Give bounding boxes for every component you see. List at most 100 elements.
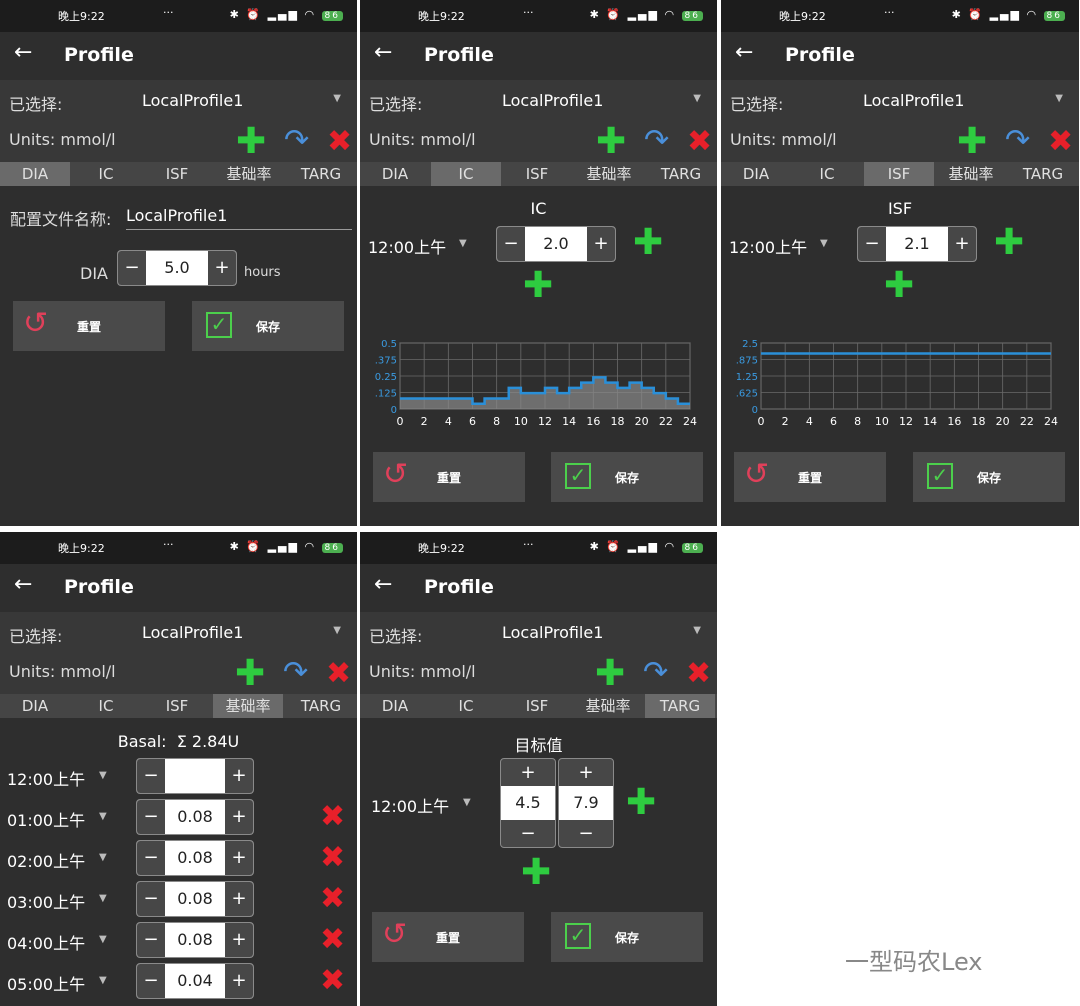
plus-icon[interactable]: ✚ [957,124,987,160]
minus-button[interactable]: − [559,820,613,847]
back-arrow-icon[interactable]: ← [374,40,402,70]
tab-dia[interactable]: DIA [721,162,791,186]
redo-icon[interactable]: ↷ [1005,126,1030,156]
target-high-stepper[interactable]: + 7.9 − [558,758,614,848]
tab-ic[interactable]: IC [431,694,501,718]
tab-basal[interactable]: 基础率 [573,694,643,718]
reset-button[interactable]: ↺ 重置 [734,452,886,502]
minus-button[interactable]: − [137,882,165,916]
basal-time[interactable]: 12:00上午 [7,766,85,790]
redo-icon[interactable]: ↷ [284,126,309,156]
basal-value[interactable]: 0.08 [165,882,225,916]
tab-isf[interactable]: ISF [502,162,572,186]
plus-icon[interactable]: ✚ [523,268,553,304]
profile-name-input[interactable]: LocalProfile1 [126,206,352,230]
target-high-value[interactable]: 7.9 [559,786,613,820]
target-low-value[interactable]: 4.5 [501,786,555,820]
plus-button[interactable]: + [225,923,253,957]
plus-icon[interactable]: ✚ [521,855,551,891]
close-icon[interactable]: ✖ [320,802,345,832]
minus-button[interactable]: − [497,227,525,261]
tab-dia[interactable]: DIA [0,694,70,718]
plus-icon[interactable]: ✚ [626,785,656,821]
back-arrow-icon[interactable]: ← [14,572,42,602]
plus-icon[interactable]: ✚ [994,225,1024,261]
tab-isf[interactable]: ISF [142,694,212,718]
plus-button[interactable]: + [501,759,555,786]
tab-dia[interactable]: DIA [360,162,430,186]
dia-stepper[interactable]: − 5.0 + [117,250,237,286]
tab-isf[interactable]: ISF [142,162,212,186]
targ-time[interactable]: 12:00上午 [371,793,449,817]
basal-stepper[interactable]: −0.08 + [136,881,254,917]
minus-button[interactable]: − [137,964,165,998]
basal-value[interactable]: 0.08 [165,800,225,834]
save-button[interactable]: ✓ 保存 [192,301,344,351]
close-icon[interactable]: ✖ [327,127,352,157]
ic-time[interactable]: 12:00上午 [368,234,446,258]
save-button[interactable]: ✓ 保存 [551,912,703,962]
profile-selector[interactable]: 已选择: LocalProfile1 ▼ [0,80,357,122]
basal-stepper[interactable]: − + [136,758,254,794]
basal-time[interactable]: 03:00上午 [7,889,85,913]
tab-ic[interactable]: IC [71,694,141,718]
tab-isf[interactable]: ISF [502,694,572,718]
ic-value[interactable]: 2.0 [525,227,587,261]
basal-time[interactable]: 01:00上午 [7,807,85,831]
basal-stepper[interactable]: −0.08 + [136,840,254,876]
close-icon[interactable]: ✖ [1048,127,1073,157]
plus-button[interactable]: + [948,227,976,261]
plus-button[interactable]: + [225,800,253,834]
close-icon[interactable]: ✖ [326,659,351,689]
ic-stepper[interactable]: − 2.0 + [496,226,616,262]
minus-button[interactable]: − [137,800,165,834]
close-icon[interactable]: ✖ [320,925,345,955]
redo-icon[interactable]: ↷ [644,126,669,156]
tab-basal[interactable]: 基础率 [574,162,644,186]
basal-time[interactable]: 04:00上午 [7,930,85,954]
tab-targ[interactable]: TARG [646,162,716,186]
basal-value[interactable]: 0.08 [165,923,225,957]
save-button[interactable]: ✓ 保存 [551,452,703,502]
save-button[interactable]: ✓ 保存 [913,452,1065,502]
basal-stepper[interactable]: −0.08 + [136,922,254,958]
tab-dia[interactable]: DIA [360,694,430,718]
basal-stepper[interactable]: −0.08 + [136,799,254,835]
plus-icon[interactable]: ✚ [884,268,914,304]
plus-button[interactable]: + [225,841,253,875]
plus-button[interactable]: + [208,251,236,285]
minus-button[interactable]: − [137,759,165,793]
basal-time[interactable]: 02:00上午 [7,848,85,872]
isf-time[interactable]: 12:00上午 [729,234,807,258]
tab-targ[interactable]: TARG [286,694,356,718]
tab-basal[interactable]: 基础率 [214,162,284,186]
reset-button[interactable]: ↺ 重置 [373,452,525,502]
dia-value[interactable]: 5.0 [146,251,208,285]
tab-dia[interactable]: DIA [0,162,70,186]
tab-ic[interactable]: IC [792,162,862,186]
plus-icon[interactable]: ✚ [236,124,266,160]
profile-selector[interactable]: 已选择: LocalProfile1 ▼ [721,80,1079,122]
minus-button[interactable]: − [137,841,165,875]
profile-selector[interactable]: 已选择: LocalProfile1 ▼ [0,612,357,654]
redo-icon[interactable]: ↷ [283,658,308,688]
plus-icon[interactable]: ✚ [235,656,265,692]
plus-icon[interactable]: ✚ [596,124,626,160]
plus-button[interactable]: + [587,227,615,261]
plus-icon[interactable]: ✚ [595,656,625,692]
tab-basal[interactable]: 基础率 [213,694,283,718]
plus-button[interactable]: + [225,759,253,793]
close-icon[interactable]: ✖ [687,127,712,157]
close-icon[interactable]: ✖ [686,659,711,689]
redo-icon[interactable]: ↷ [643,658,668,688]
close-icon[interactable]: ✖ [320,843,345,873]
tab-ic[interactable]: IC [71,162,141,186]
minus-button[interactable]: − [137,923,165,957]
close-icon[interactable]: ✖ [320,884,345,914]
target-low-stepper[interactable]: + 4.5 − [500,758,556,848]
plus-button[interactable]: + [225,882,253,916]
reset-button[interactable]: ↺ 重置 [13,301,165,351]
plus-button[interactable]: + [559,759,613,786]
profile-selector[interactable]: 已选择: LocalProfile1 ▼ [360,80,717,122]
basal-stepper[interactable]: −0.04 + [136,963,254,999]
